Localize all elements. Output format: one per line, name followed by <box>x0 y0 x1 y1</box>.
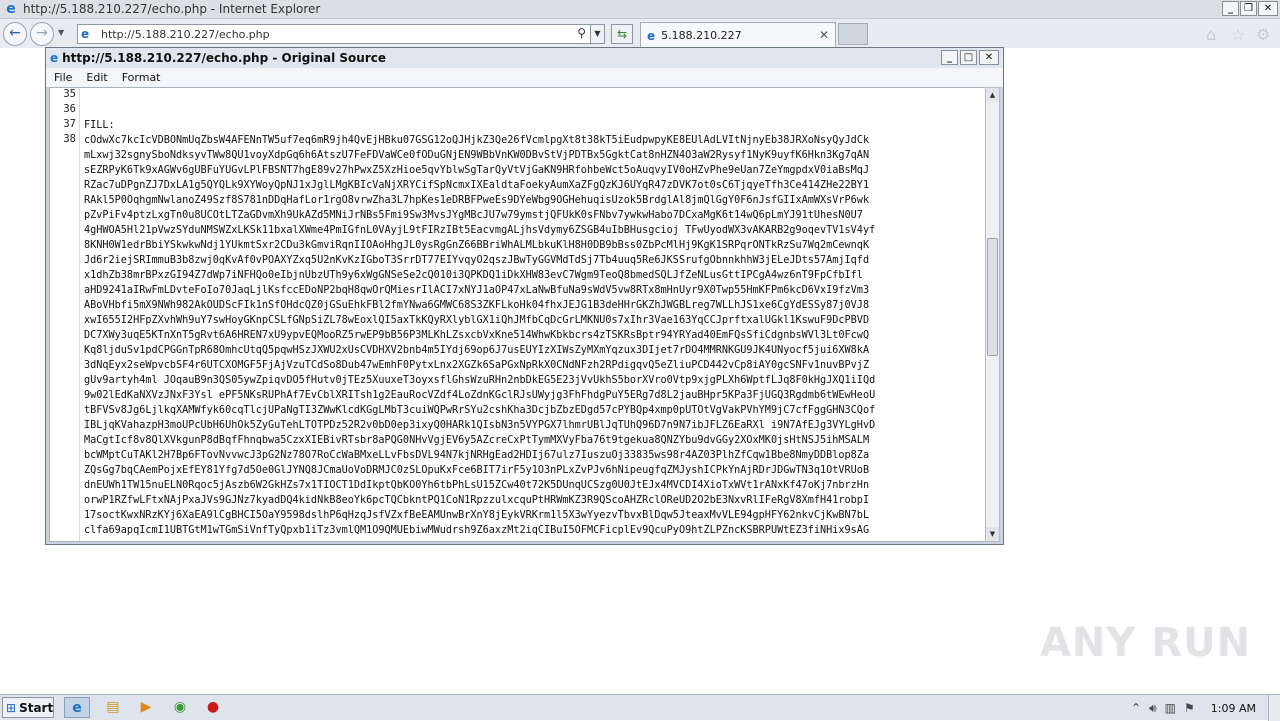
vertical-scrollbar[interactable]: ▲ ▼ <box>985 87 1000 542</box>
maximize-button[interactable]: ❐ <box>1240 1 1257 16</box>
favorites-star-icon[interactable]: ☆ <box>1231 25 1245 44</box>
line-number: 37 <box>63 118 76 130</box>
source-line: 4gHWOA5Hl21pVwzSYduNMSWZxLKSk11bxalXWme4… <box>84 225 876 236</box>
line-number: 36 <box>63 103 76 115</box>
scroll-down-button[interactable]: ▼ <box>986 527 999 541</box>
system-tray: ⌃ 🔊︎ ▥ ⚑ 1:09 AM <box>1131 695 1280 721</box>
line-number-gutter: 35 36 37 38 <box>50 88 80 541</box>
arrow-right-icon: → <box>36 25 48 41</box>
source-line: MaCgtIcf8v8QlXVkgunP8dBqfFhnqbwa5CzxXIEB… <box>84 435 870 446</box>
search-icon[interactable]: ⚲ <box>577 26 586 40</box>
source-line <box>84 103 984 118</box>
source-line <box>84 88 984 103</box>
source-line: IBLjqKVahazpH3moUPcUbH6UhOk5ZyGuTehLTOTP… <box>84 420 876 431</box>
start-label: Start <box>19 700 54 715</box>
source-text-area[interactable]: 35 36 37 38 FILL: cOdwXc7kcIcVDBONmUqZbsW… <box>49 87 987 542</box>
browser-tab[interactable]: e 5.188.210.227 ✕ <box>640 22 836 48</box>
source-window-controls: _ □ ✕ <box>941 50 999 65</box>
source-line: xwI655I2HFpZXvhWh9uY7swHoyGKnpCSLfGNpSiZ… <box>84 315 870 326</box>
arrow-left-icon: ← <box>9 25 21 41</box>
menu-edit[interactable]: Edit <box>86 71 107 84</box>
page-icon: e <box>81 27 90 41</box>
source-line: RZac7uDPgnZJ7DxLA1g5QYQLk9XYWoyQpNJ1xJgl… <box>84 180 870 191</box>
taskbar-clock[interactable]: 1:09 AM <box>1211 702 1256 715</box>
source-line: mLxwj32sgnySboNdksyvTWw8QU1voyXdpGq6h6At… <box>84 150 870 161</box>
source-minimize-button[interactable]: _ <box>941 50 958 65</box>
source-line: ABoVHbfi5mX9NWh982AkOUDScFIk1nSfOHdcQZ0j… <box>84 300 870 311</box>
source-window-title: http://5.188.210.227/echo.php - Original… <box>62 51 386 65</box>
line-number: 38 <box>63 133 76 145</box>
source-line: orwP1RZfwLFtxNAjPxaJVs9GJNz7kyadDQ4kidNk… <box>84 495 870 506</box>
source-line: sEZRPyK6Tk9xAGWv6gUBFuYUGvLPlFBSNT7hgE89… <box>84 165 870 176</box>
source-line: Jd6r2iejSRImmuB3b8zwj0qKvAf0vPOAXYZxq5U2… <box>84 255 870 266</box>
source-line: 3dNqEyx2seWpvcbSF4r6UTCXOMGF5FjAjVzuTCdS… <box>84 360 870 371</box>
source-line: ZQsGg7bqCAemPojxEfEY81Yfg7d5Oe0GlJYNQ8JC… <box>84 465 870 476</box>
line-number: 35 <box>63 88 76 100</box>
source-line: bcWMptCuTAKl2H7Bp6FTovNvvwcJ3pG2Nz78O7Ro… <box>84 450 870 461</box>
source-menu-bar: File Edit Format <box>46 68 1003 87</box>
browser-window-controls: _ ❐ ✕ <box>1222 1 1278 16</box>
source-line: pZvPiFv4ptzLxgTn0u8UCOtLTZaGDvmXh9UkAZd5… <box>84 210 863 221</box>
taskbar: ⊞ Start e ▤ ▶ ◉ ● ⌃ 🔊︎ ▥ ⚑ 1:09 AM <box>0 694 1280 721</box>
action-center-flag-icon[interactable]: ⚑ <box>1184 701 1195 715</box>
tab-page-icon: e <box>647 28 656 43</box>
source-maximize-button[interactable]: □ <box>960 50 977 65</box>
source-page-icon: e <box>50 51 59 65</box>
tray-expand-icon[interactable]: ⌃ <box>1131 701 1141 715</box>
menu-format[interactable]: Format <box>122 71 161 84</box>
windows-logo-icon: ⊞ <box>6 700 17 715</box>
taskbar-media-player-icon[interactable]: ▶ <box>133 697 159 718</box>
menu-file[interactable]: File <box>54 71 72 84</box>
address-url[interactable]: http://5.188.210.227/echo.php <box>101 28 270 41</box>
source-line: clfa69apqIcmI1UBTGtM1wTGmSiVnfTyQpxb1iTz… <box>84 525 870 536</box>
browser-title-bar: e http://5.188.210.227/echo.php - Intern… <box>0 0 1280 19</box>
close-button[interactable]: ✕ <box>1258 1 1278 16</box>
minimize-button[interactable]: _ <box>1222 1 1239 16</box>
refresh-button[interactable]: ⇆ <box>611 24 633 44</box>
home-icon[interactable]: ⌂ <box>1206 25 1216 44</box>
source-line: x1dhZb38mrBPxzGI94Z7dWp7iNFHQo0eIbjnUbzU… <box>84 270 863 281</box>
source-line: FILL: <box>84 120 115 131</box>
source-line: 9w02lEdKaNXVzJNxF3Ysl ePF5NKsRUPhAf7EvCb… <box>84 390 876 401</box>
anyrun-watermark: ANY RUN <box>1040 620 1252 666</box>
refresh-icon: ⇆ <box>616 27 628 41</box>
source-window: e http://5.188.210.227/echo.php - Origin… <box>45 47 1004 545</box>
source-line: aHD9241aIRwFmLDvteFoIo70JaqLjlKsfccEDoNP… <box>84 285 870 296</box>
source-line: tBFVSv8Jg6LjlkqXAMWfyk60cqTlcjUPaNgTI3ZW… <box>84 405 876 416</box>
tab-close-icon[interactable]: ✕ <box>819 28 829 42</box>
source-line: cOdwXc7kcIcVDBONmUqZbsW4AFENnTW5uf7eq6mR… <box>84 135 870 146</box>
scroll-up-button[interactable]: ▲ <box>986 88 999 102</box>
show-desktop-button[interactable] <box>1268 695 1280 721</box>
address-bar[interactable]: e http://5.188.210.227/echo.php ⚲ ▼ <box>77 24 605 44</box>
source-line: gUv9artyh4ml JOqauB9n3QS05ywZpiqvDO5fHut… <box>84 375 876 386</box>
source-line: DC7XWy3uqE5KTnXnT5gRvt6A6HREN7xU9ypvEQMo… <box>84 330 870 341</box>
browser-window-title: http://5.188.210.227/echo.php - Internet… <box>23 2 321 16</box>
scrollbar-thumb[interactable] <box>987 238 998 356</box>
taskbar-chrome-icon[interactable]: ◉ <box>167 697 193 718</box>
source-line: 8KNH0W1edrBbiYSkwkwNdj1YUkmtSxr2CDu3kGmv… <box>84 240 870 251</box>
internet-explorer-icon: e <box>6 1 16 17</box>
source-line: Kq8ljduSv1pdCPGGnTpR68OmhcUtqQ5pqwHSzJXW… <box>84 345 870 356</box>
source-close-button[interactable]: ✕ <box>979 50 999 65</box>
taskbar-internet-explorer-icon[interactable]: e <box>64 697 90 718</box>
source-line: RAkl5P0OqhgmNwlanoZ49Szf8S781nDDqHafLor1… <box>84 195 870 206</box>
source-window-title-bar: e http://5.188.210.227/echo.php - Origin… <box>46 48 1003 68</box>
start-button[interactable]: ⊞ Start <box>2 697 54 718</box>
history-dropdown[interactable]: ▼ <box>58 28 64 37</box>
new-tab-button[interactable] <box>838 23 868 45</box>
back-button[interactable]: ← <box>3 22 27 46</box>
source-code: FILL: cOdwXc7kcIcVDBONmUqZbsW4AFENnTW5uf7… <box>84 88 984 538</box>
settings-gear-icon[interactable]: ⚙ <box>1256 25 1270 44</box>
tab-label: 5.188.210.227 <box>661 29 742 42</box>
source-line: dnEUWh1TW15nuELN0Rqoc5jAszb6W2GkHZs7x1TI… <box>84 480 870 491</box>
volume-icon[interactable]: 🔊︎ <box>1149 701 1157 716</box>
network-icon[interactable]: ▥ <box>1165 701 1176 715</box>
taskbar-explorer-folder-icon[interactable]: ▤ <box>100 697 126 718</box>
forward-button[interactable]: → <box>30 22 54 46</box>
source-line: 17soctKwxNRzKYj6XaEA9lCgBHCI5OaY9598dslh… <box>84 510 870 521</box>
address-dropdown-button[interactable]: ▼ <box>590 25 604 43</box>
browser-navigation-bar: ← → ▼ e http://5.188.210.227/echo.php ⚲ … <box>0 19 1280 48</box>
taskbar-stop-icon[interactable]: ● <box>200 697 226 718</box>
